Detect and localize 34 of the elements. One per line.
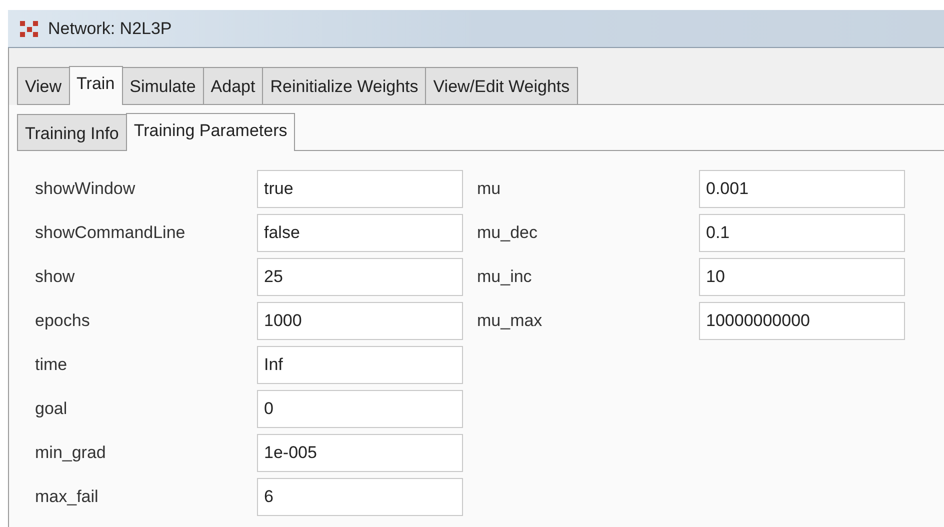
parameter-label: show — [35, 266, 76, 288]
parameter-field[interactable]: 0 — [257, 390, 463, 428]
parameter-label: showCommandLine — [35, 222, 186, 244]
tab[interactable]: View — [17, 67, 70, 104]
tab[interactable]: Training Parameters — [126, 112, 296, 151]
parameter-field[interactable]: 10000000000 — [699, 302, 905, 340]
parameter-label: time — [35, 354, 68, 376]
tab[interactable]: Train — [68, 66, 123, 104]
parameter-label: showWindow — [35, 178, 136, 200]
parameter-label: mu — [477, 178, 502, 200]
parameter-field[interactable]: 25 — [257, 258, 463, 296]
window-title: Network: N2L3P — [48, 18, 172, 40]
tab[interactable]: View/Edit Weights — [425, 67, 578, 104]
parameter-label: max_fail — [35, 486, 100, 508]
parameter-label: min_grad — [35, 442, 107, 464]
parameter-field[interactable]: false — [257, 214, 463, 252]
parameter-label: goal — [35, 398, 68, 420]
parameter-field[interactable]: 1000 — [257, 302, 463, 340]
parameter-label: mu_max — [477, 310, 544, 332]
parameter-field[interactable]: 0.001 — [699, 170, 905, 208]
tab[interactable]: Reinitialize Weights — [262, 67, 426, 104]
parameter-field[interactable]: 10 — [699, 258, 905, 296]
parameter-field[interactable]: true — [257, 170, 463, 208]
parameter-field[interactable]: 0.1 — [699, 214, 905, 252]
tab[interactable]: Adapt — [202, 67, 264, 104]
parameter-field[interactable]: 1e-005 — [257, 434, 463, 472]
parameter-label: mu_dec — [477, 222, 538, 244]
tab[interactable]: Training Info — [17, 114, 127, 150]
network-icon — [18, 18, 40, 38]
tab[interactable]: Simulate — [122, 67, 204, 104]
parameter-label: epochs — [35, 310, 91, 332]
parameter-field[interactable]: 6 — [257, 478, 463, 516]
parameter-label: mu_inc — [477, 266, 533, 288]
parameter-field[interactable]: Inf — [257, 346, 463, 384]
